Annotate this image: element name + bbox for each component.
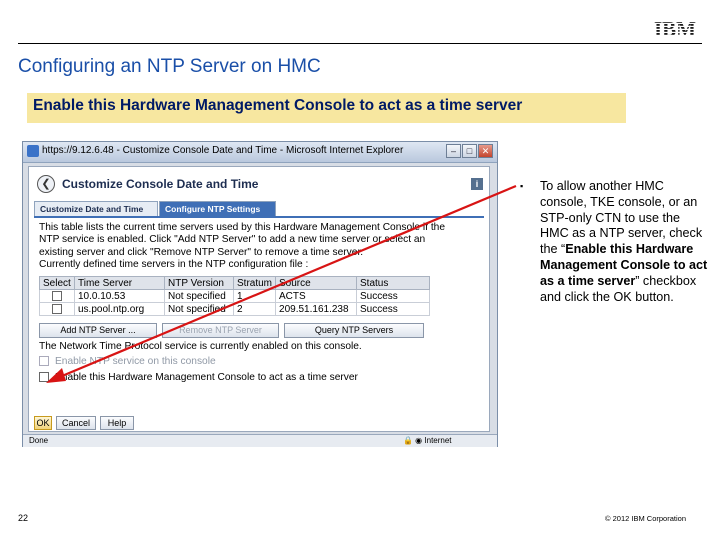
enable-ntp-checkbox[interactable]	[39, 356, 49, 367]
close-button[interactable]: ✕	[478, 144, 493, 158]
tab-customize-date-time[interactable]: Customize Date and Time	[34, 201, 158, 216]
cell-stratum: 2	[232, 302, 277, 316]
description-line: existing server and click "Remove NTP Se…	[39, 246, 364, 258]
status-internet: Internet	[424, 436, 452, 445]
help-button[interactable]: Help	[100, 416, 134, 430]
remove-ntp-server-button[interactable]: Remove NTP Server	[162, 323, 279, 338]
ok-button[interactable]: OK	[34, 416, 52, 430]
cancel-button[interactable]: Cancel	[56, 416, 96, 430]
description-line: Currently defined time servers in the NT…	[39, 259, 309, 271]
ie-icon	[27, 145, 39, 157]
row-select-checkbox[interactable]	[52, 303, 62, 314]
browser-title: https://9.12.6.48 - Customize Console Da…	[42, 145, 404, 156]
cell-source: 209.51.161.238	[275, 302, 358, 316]
enable-ntp-label: Enable NTP service on this console	[55, 356, 216, 367]
minimize-button[interactable]: –	[446, 144, 461, 158]
service-status-text: The Network Time Protocol service is cur…	[39, 341, 362, 352]
cell-ntp-version: Not specified	[164, 289, 234, 303]
description: This table lists the current time server…	[39, 222, 479, 272]
instruction-bullet: ▪ To allow another HMC console, TKE cons…	[520, 179, 712, 305]
browser-titlebar: https://9.12.6.48 - Customize Console Da…	[23, 142, 497, 163]
enable-time-server-checkbox[interactable]	[39, 372, 49, 383]
bullet-marker-icon: ▪	[520, 181, 524, 191]
enable-time-server-option: Enable this Hardware Management Console …	[39, 372, 358, 383]
description-line: This table lists the current time server…	[39, 222, 445, 233]
back-arrow-icon[interactable]: ❮	[37, 175, 55, 193]
tab-underline	[34, 216, 484, 218]
copyright: © 2012 IBM Corporation	[605, 514, 686, 523]
cell-status: Success	[356, 302, 431, 316]
add-ntp-server-button[interactable]: Add NTP Server ...	[39, 323, 157, 338]
maximize-button[interactable]: □	[462, 144, 477, 158]
page-number: 22	[18, 513, 29, 523]
col-header-time-server[interactable]: Time Server	[74, 276, 165, 290]
col-header-source[interactable]: Source	[275, 276, 358, 290]
bullet-text: To allow another HMC console, TKE consol…	[540, 179, 712, 305]
ibm-logo: IBM	[654, 18, 696, 40]
cell-status: Success	[356, 289, 431, 303]
browser-window: https://9.12.6.48 - Customize Console Da…	[22, 141, 498, 447]
cell-source: ACTS	[275, 289, 358, 303]
ibm-logo-text: IBM	[654, 18, 696, 40]
row-select-checkbox[interactable]	[52, 290, 62, 301]
header-rule	[18, 43, 702, 44]
ntp-server-table: Select Time Server NTP Version Stratum S…	[39, 276, 431, 316]
browser-statusbar: Done 🔒 ◉ Internet	[23, 434, 497, 447]
col-header-select[interactable]: Select	[39, 276, 75, 290]
status-zone: 🔒 ◉ Internet	[403, 436, 452, 445]
col-header-status[interactable]: Status	[356, 276, 431, 290]
cell-stratum: 1	[232, 289, 277, 303]
dialog-content: ❮ Customize Console Date and Time i Cust…	[28, 166, 490, 432]
dialog-title: Customize Console Date and Time	[62, 177, 259, 191]
cell-time-server: us.pool.ntp.org	[74, 302, 165, 316]
col-header-stratum[interactable]: Stratum	[232, 276, 277, 290]
status-done: Done	[29, 436, 49, 445]
query-ntp-servers-button[interactable]: Query NTP Servers	[284, 323, 424, 338]
cell-ntp-version: Not specified	[164, 302, 234, 316]
table-header-row: Select Time Server NTP Version Stratum S…	[39, 276, 431, 290]
enable-ntp-option: Enable NTP service on this console	[39, 356, 216, 367]
description-line: NTP service is enabled. Click "Add NTP S…	[39, 234, 426, 246]
cell-time-server: 10.0.10.53	[74, 289, 165, 303]
banner-caption: Enable this Hardware Management Console …	[27, 93, 626, 123]
col-header-ntp-version[interactable]: NTP Version	[164, 276, 234, 290]
tab-configure-ntp[interactable]: Configure NTP Settings	[159, 201, 276, 216]
enable-time-server-label: Enable this Hardware Management Console …	[55, 372, 358, 383]
table-row: 10.0.10.53 Not specified 1 ACTS Success	[39, 289, 431, 303]
info-icon[interactable]: i	[471, 178, 483, 190]
table-row: us.pool.ntp.org Not specified 2 209.51.1…	[39, 302, 431, 316]
slide-title: Configuring an NTP Server on HMC	[18, 56, 321, 77]
